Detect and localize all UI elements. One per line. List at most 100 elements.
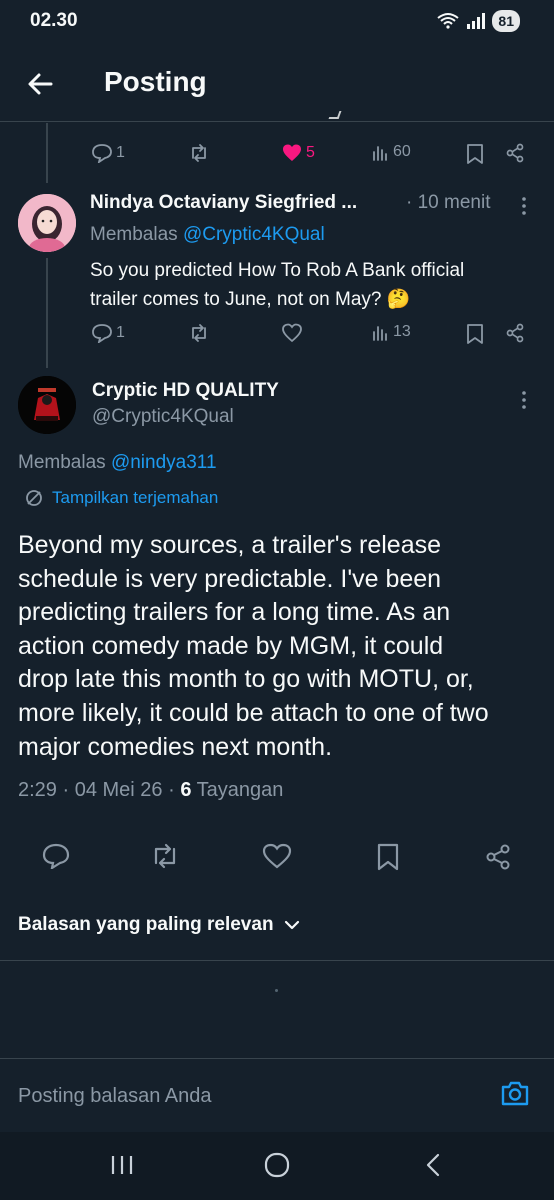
views-action[interactable]: 13 [372, 323, 411, 341]
share-button[interactable] [484, 843, 512, 876]
camera-icon [501, 1081, 529, 1106]
divider [0, 960, 554, 961]
header: Posting [0, 44, 554, 122]
back-button[interactable] [22, 66, 58, 102]
avatar-illustration [18, 376, 76, 434]
battery-indicator: 81 [492, 10, 520, 32]
post-body-line: drop late this month to go with MOTU, or… [18, 665, 474, 694]
translate-icon [26, 490, 42, 506]
main-post-actions [0, 820, 554, 894]
heart-icon [282, 323, 302, 343]
sort-label: Balasan yang paling relevan [18, 914, 274, 935]
more-vertical-icon [522, 197, 526, 215]
comment-icon [92, 324, 112, 343]
share-icon [506, 323, 524, 343]
more-vertical-icon [522, 391, 526, 409]
views-icon [373, 146, 387, 161]
post-body-line: schedule is very predictable. I've been [18, 564, 442, 593]
reply-text-line: So you predicted How To Rob A Bank offic… [90, 260, 465, 281]
bookmark-icon [467, 324, 483, 344]
replying-to: Membalas @nindya311 [18, 452, 217, 474]
recents-icon [111, 1156, 133, 1174]
reply-bar: Posting balasan Anda [0, 1058, 554, 1132]
share-icon [506, 143, 524, 163]
post-timestamp: 2:29 · 04 Mei 26 · [18, 779, 175, 801]
back-chevron-icon [426, 1153, 440, 1177]
bookmark-action[interactable] [466, 143, 484, 165]
home-icon [264, 1152, 290, 1178]
reply-input[interactable]: Posting balasan Anda [18, 1085, 212, 1108]
back-nav-button[interactable] [424, 1152, 442, 1183]
like-action[interactable] [281, 323, 303, 343]
replying-handle-link[interactable]: @Cryptic4KQual [183, 224, 325, 245]
views-action[interactable]: 60 [372, 143, 411, 161]
loading-indicator [275, 989, 278, 992]
bookmark-button[interactable] [376, 843, 400, 876]
reply-count: 1 [116, 324, 125, 341]
heart-filled-icon [283, 144, 301, 161]
reply-count: 1 [116, 144, 125, 161]
views-icon [373, 326, 387, 341]
status-time: 02.30 [30, 10, 78, 31]
reply-text: So you predicted How To Rob A Bank offic… [90, 256, 464, 314]
share-action[interactable] [505, 323, 525, 343]
main-author-name[interactable]: Cryptic HD QUALITY [92, 380, 279, 402]
wifi-icon [437, 13, 460, 29]
share-icon [486, 844, 510, 870]
camera-button[interactable] [500, 1079, 538, 1113]
post-body-line: more likely, it could be attach to one o… [18, 698, 489, 727]
translate-button[interactable]: Tampilkan terjemahan [24, 488, 218, 508]
repost-action[interactable] [188, 323, 210, 343]
avatar-illustration [18, 194, 76, 252]
reply-author-name[interactable]: Nindya Octaviany Siegfried ... [90, 192, 357, 214]
home-button[interactable] [263, 1152, 291, 1183]
views-label: Tayangan [196, 779, 284, 801]
main-author-handle[interactable]: @Cryptic4KQual [92, 406, 234, 428]
post-body-line: major comedies next month. [18, 732, 333, 761]
like-button[interactable] [262, 843, 292, 874]
post-body-line: action comedy made by MGM, it could [18, 631, 444, 660]
system-nav-bar [0, 1132, 554, 1200]
reply-button[interactable] [42, 843, 70, 874]
page-title: Posting [104, 66, 207, 97]
view-count: 60 [393, 143, 411, 160]
recents-button[interactable] [110, 1154, 134, 1181]
post-body-line: predicting trailers for a long time. As … [18, 598, 451, 627]
translate-label: Tampilkan terjemahan [52, 488, 219, 507]
reply-time: · 10 menit [406, 192, 491, 213]
avatar[interactable] [18, 376, 76, 434]
like-count: 5 [306, 144, 315, 161]
replying-prefix: Membalas [90, 224, 178, 245]
bookmark-action[interactable] [466, 323, 484, 345]
comment-icon [42, 843, 70, 871]
post-body-line: Beyond my sources, a trailer's release [18, 531, 442, 559]
arrow-left-icon [28, 73, 53, 95]
bookmark-icon [377, 843, 399, 871]
share-action[interactable] [505, 143, 525, 163]
replying-handle-link[interactable]: @nindya311 [111, 452, 217, 473]
post-body: Beyond my sources, a trailer's release s… [18, 529, 548, 764]
repost-icon [192, 324, 206, 342]
repost-button[interactable] [150, 843, 180, 874]
like-action[interactable]: 5 [281, 143, 315, 163]
repost-action[interactable] [188, 143, 210, 163]
thread-line [46, 258, 48, 368]
more-options-button[interactable] [518, 389, 530, 411]
thread-line [46, 123, 48, 183]
bookmark-icon [467, 144, 483, 164]
chevron-down-icon [284, 920, 299, 930]
heart-icon [262, 843, 292, 869]
view-count: 13 [393, 323, 411, 340]
repost-icon [192, 144, 206, 162]
status-icons: 81 [436, 10, 520, 32]
repost-icon [154, 843, 176, 869]
replying-to: Membalas @Cryptic4KQual [90, 224, 325, 246]
sort-replies-dropdown[interactable]: Balasan yang paling relevan [18, 914, 300, 936]
reply-action[interactable]: 1 [91, 143, 125, 163]
status-bar: 02.30 81 [0, 0, 554, 44]
post-meta: 2:29 · 04 Mei 26 · 6 Tayangan [18, 779, 283, 802]
more-options-button[interactable] [518, 195, 530, 217]
avatar[interactable] [18, 194, 76, 252]
comment-icon [92, 144, 112, 163]
reply-action[interactable]: 1 [91, 323, 125, 343]
